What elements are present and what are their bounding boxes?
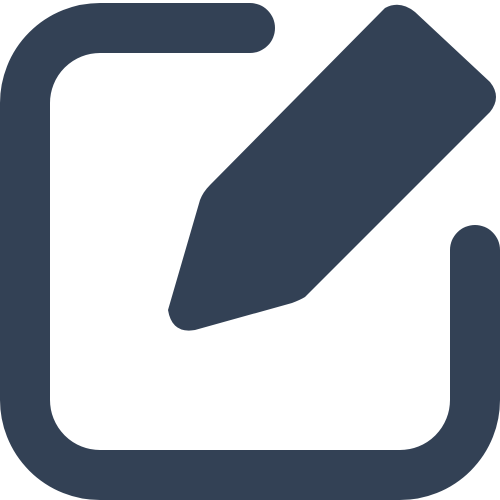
edit-icon-graphic xyxy=(0,3,500,500)
edit-icon xyxy=(0,0,500,500)
pencil-shape xyxy=(168,4,496,331)
